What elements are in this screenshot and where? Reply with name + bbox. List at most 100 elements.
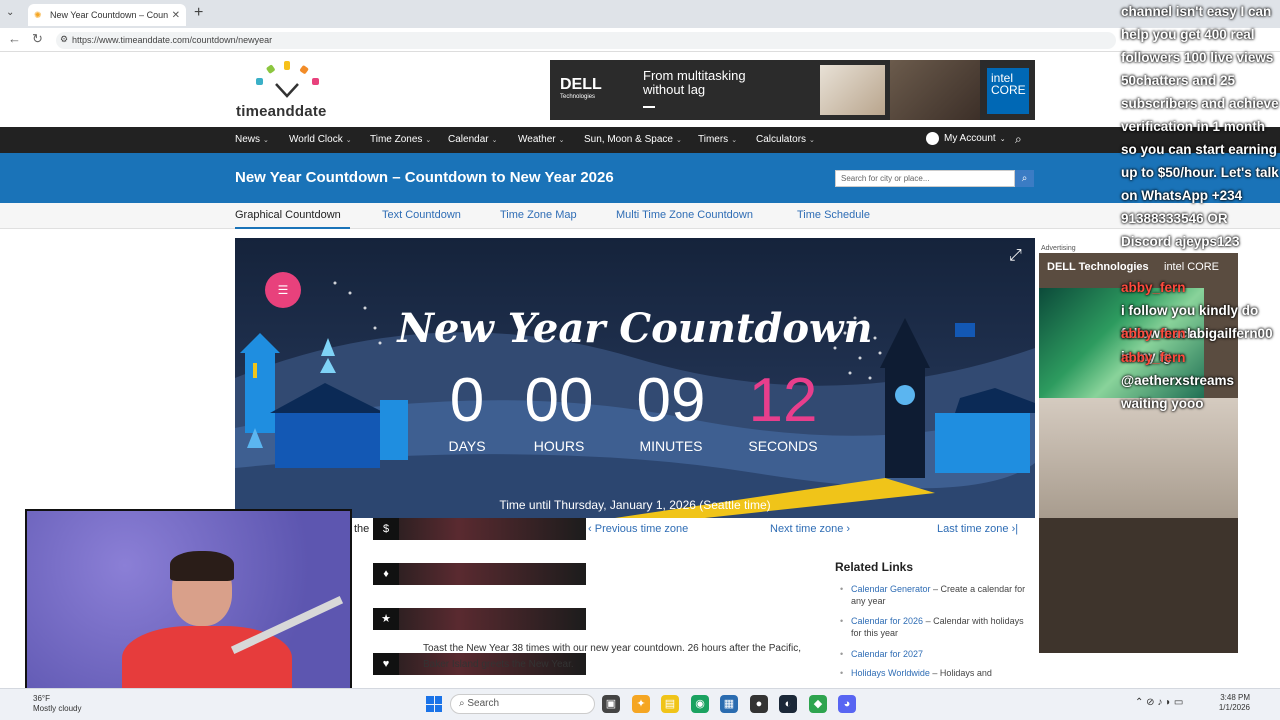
chevron-down-icon: ⌄ (345, 137, 352, 144)
weather-widget[interactable]: 36°F Mostly cloudy (33, 694, 81, 714)
menu-button[interactable]: ☰ (265, 272, 301, 308)
logo-text[interactable]: timeanddate (236, 103, 327, 120)
chevron-right-icon: › (843, 523, 851, 535)
reload-icon[interactable]: ↻ (32, 31, 43, 47)
nav-calculators[interactable]: Calculators ⌄ (756, 134, 815, 145)
city-search-button[interactable]: ⌕ (1015, 170, 1034, 187)
related-link[interactable]: Calendar for 2026 (851, 616, 923, 626)
steam-icon[interactable]: ◐ (779, 695, 797, 713)
ad-image-2 (890, 60, 980, 120)
related-link[interactable]: Calendar for 2027 (851, 649, 923, 659)
chevron-down-icon: ⌄ (425, 137, 432, 144)
my-account-menu[interactable]: My Account ⌄ (926, 132, 1006, 145)
new-tab-plus-icon[interactable]: + (194, 4, 203, 22)
taskbar-clock[interactable]: 3:48 PM 1/1/2026 (1210, 693, 1250, 713)
share-row[interactable]: ♦ (373, 563, 586, 585)
chevron-left-icon: ‹ (588, 523, 595, 535)
intro-text: Toast the New Year 38 times with our new… (423, 643, 801, 670)
nav-weather[interactable]: Weather ⌄ (518, 134, 565, 145)
chevron-down-icon: ⌄ (675, 137, 682, 144)
ad-desk-image (1039, 518, 1238, 653)
file-explorer-icon[interactable]: ▤ (661, 695, 679, 713)
diamond-icon: ♦ (373, 563, 399, 585)
nav-calendar[interactable]: Calendar ⌄ (448, 134, 497, 145)
tab-list-chevron-icon[interactable]: ⌄ (6, 7, 14, 18)
body-text-fragment: the (354, 523, 370, 535)
tab-time-zone-map[interactable]: Time Zone Map (500, 209, 577, 221)
system-tray[interactable]: ⌃ ⊘ ♪ ◗ ▭ (1135, 697, 1183, 708)
related-link[interactable]: Calendar Generator (851, 584, 931, 594)
minutes-value: 09 (636, 366, 706, 435)
advertising-label: Advertising (1041, 245, 1076, 252)
tab-graphical-countdown[interactable]: Graphical Countdown (235, 209, 341, 221)
site-favicon-icon: ✺ (34, 10, 42, 20)
chat-username: abby_fern (1121, 350, 1186, 365)
back-arrow-icon[interactable]: ← (8, 31, 21, 46)
last-time-zone-link[interactable]: Last time zone ›| (937, 523, 1018, 535)
intel-logo: intel CORE (987, 68, 1029, 114)
ad-copy: From multitasking without lag (643, 68, 746, 97)
site-info-icon[interactable]: ⚙ (60, 34, 68, 45)
tab-title: New Year Countdown – Countdow (50, 10, 168, 20)
nav-world-clock[interactable]: World Clock ⌄ (289, 134, 352, 145)
chevron-down-icon: ⌄ (731, 137, 738, 144)
address-bar[interactable]: ⚙ https://www.timeanddate.com/countdown/… (56, 32, 1116, 49)
ad-brand: DELL Technologies (1047, 261, 1149, 273)
ad-intel: intel CORE (1164, 261, 1220, 273)
related-link-item: • Calendar Generator – Create a calendar … (840, 584, 1026, 606)
nav-time-zones[interactable]: Time Zones ⌄ (370, 134, 431, 145)
related-link[interactable]: Holidays Worldwide (851, 668, 930, 678)
tab-strip (0, 0, 1280, 28)
chrome-icon[interactable]: ◉ (691, 695, 709, 713)
tab-time-schedule[interactable]: Time Schedule (797, 209, 870, 221)
related-link-item: • Calendar for 2026 – Calendar with holid… (840, 616, 1024, 638)
chat-message: channel isn't easy I can help you get 40… (1121, 4, 1279, 249)
app-icon[interactable]: ◆ (809, 695, 827, 713)
close-tab-icon[interactable]: ✕ (172, 10, 180, 21)
last-icon: ›| (1008, 523, 1019, 535)
top-banner-ad[interactable]: DELL Technologies From multitasking withou… (550, 60, 1035, 120)
ad-brand: DELL Technologies (560, 76, 602, 100)
chat-username: abby_fern (1121, 280, 1186, 295)
seconds-label: SECONDS (748, 438, 818, 454)
discord-icon[interactable]: ◕ (838, 695, 856, 713)
chevron-down-icon: ⌄ (263, 137, 269, 144)
related-link-item: • Holidays Worldwide – Holidays and (840, 668, 992, 678)
nav-sun-moon-space[interactable]: Sun, Moon & Space ⌄ (584, 134, 682, 145)
ad-laptop-image (1039, 398, 1238, 518)
chevron-down-icon: ⌄ (491, 137, 498, 144)
url-text: https://www.timeanddate.com/countdown/ne… (72, 35, 273, 45)
hours-label: HOURS (533, 438, 585, 454)
copilot-icon[interactable]: ✦ (632, 695, 650, 713)
dollar-icon: $ (373, 518, 399, 540)
tab-multi-time-zone-countdown[interactable]: Multi Time Zone Countdown (616, 209, 753, 221)
browser-tab[interactable]: ✺ New Year Countdown – Countdow ✕ (28, 4, 186, 26)
search-icon[interactable]: ⌕ (1015, 132, 1022, 147)
account-avatar-icon (926, 132, 939, 145)
webcam-person-hair (170, 551, 234, 581)
nav-timers[interactable]: Timers ⌄ (698, 134, 737, 145)
streamer-webcam (25, 509, 352, 691)
share-row[interactable]: ★ (373, 608, 586, 630)
nav-news[interactable]: News ⌄ (235, 134, 269, 145)
chevron-down-icon: ⌄ (999, 135, 1006, 143)
minutes-label: MINUTES (639, 438, 703, 454)
page-title-bar (0, 153, 1280, 203)
store-icon[interactable]: ▦ (720, 695, 738, 713)
task-view-icon[interactable]: ▣ (602, 695, 620, 713)
windows-start-icon[interactable] (426, 696, 442, 712)
city-search-input[interactable]: Search for city or place... (835, 170, 1015, 187)
previous-time-zone-link[interactable]: ‹ Previous time zone (588, 523, 688, 535)
countdown-title: New Year Countdown (397, 305, 873, 352)
taskbar-search-input[interactable]: ⌕ Search (450, 694, 595, 714)
chevron-down-icon: ⌄ (809, 137, 815, 144)
related-links-heading: Related Links (835, 560, 914, 574)
tab-text-countdown[interactable]: Text Countdown (382, 209, 461, 221)
fullscreen-expand-icon[interactable]: ⤢ (1009, 247, 1027, 265)
obs-icon[interactable]: ● (750, 695, 768, 713)
star-icon: ★ (373, 608, 399, 630)
share-row[interactable]: $ (373, 518, 586, 540)
next-time-zone-link[interactable]: Next time zone › (770, 523, 850, 535)
chevron-down-icon: ⌄ (558, 137, 565, 144)
active-tab-indicator (235, 227, 350, 229)
